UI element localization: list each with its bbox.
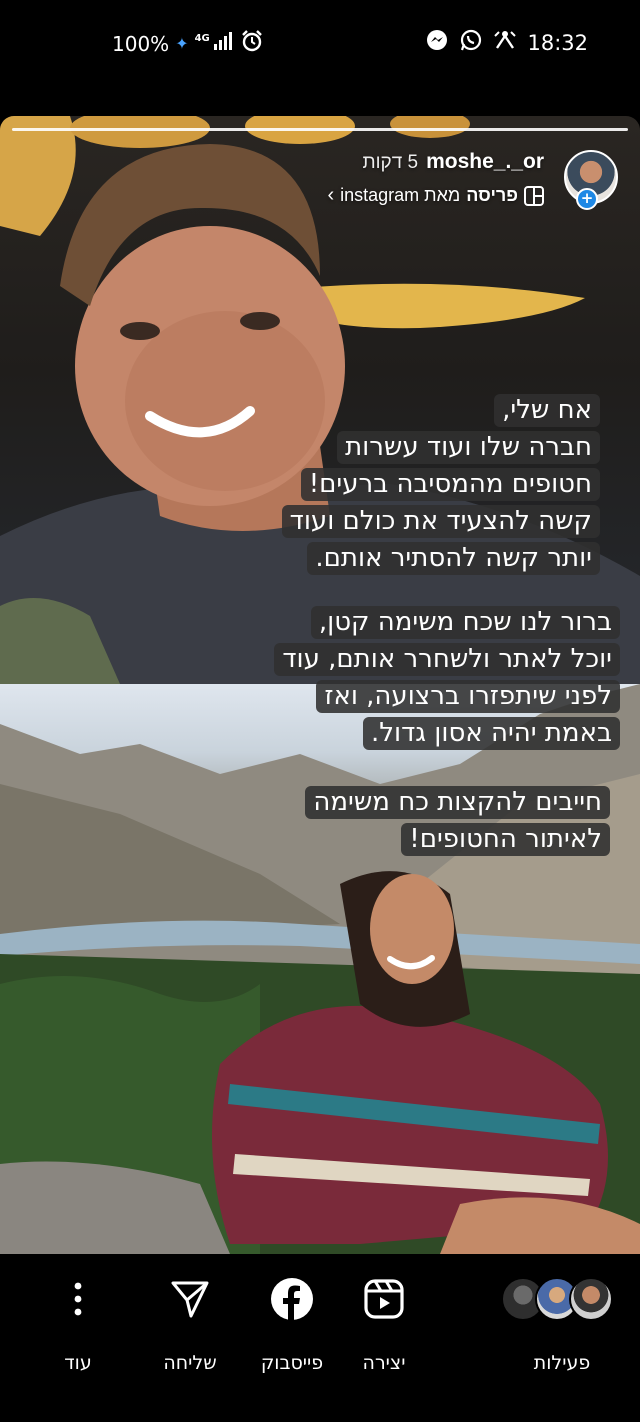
- story-time: 5 דקות: [362, 152, 419, 173]
- source-text: מאת instagram: [340, 185, 461, 205]
- whatsapp-icon: [459, 28, 483, 58]
- status-bar: 100% ✦ 4G 18:32: [0, 0, 640, 84]
- story-header: + 5 דקות moshe_._or ‹ מאת instagram פריס…: [20, 146, 620, 216]
- signal-icon: [213, 31, 235, 57]
- caption-block-2: ברור לנו שכח משימה קטן, יוכל לאתר ולשחרר…: [30, 604, 620, 752]
- clock: 18:32: [527, 31, 588, 55]
- caption-line-text: קשה להצעיד את כולם ועוד: [281, 505, 600, 538]
- alarm-icon: [241, 30, 263, 58]
- messenger-icon: [425, 28, 449, 58]
- more-button[interactable]: עוד: [18, 1276, 138, 1374]
- rotate-icon: [493, 28, 517, 58]
- author-line: 5 דקות moshe_._or: [362, 150, 544, 174]
- source-prefix: פריסה: [466, 185, 518, 205]
- activity-avatars: [500, 1276, 624, 1322]
- activity-button[interactable]: פעילות: [500, 1276, 624, 1374]
- caption-line: חברה שלו ועוד עשרות: [40, 429, 600, 466]
- network-type: 4G: [194, 32, 210, 44]
- caption-line-text: חברה שלו ועוד עשרות: [337, 431, 600, 464]
- cross-post-icon: [524, 185, 544, 206]
- create-label: יצירה: [362, 1352, 406, 1374]
- more-label: עוד: [64, 1352, 92, 1374]
- story-progress-bar: [12, 128, 628, 131]
- activity-label: פעילות: [533, 1352, 591, 1374]
- author-username[interactable]: moshe_._or: [426, 150, 544, 174]
- more-icon: [18, 1276, 138, 1322]
- author-avatar-wrap[interactable]: +: [564, 150, 620, 210]
- caption-line: חטופים מהמסיבה ברעים!: [40, 466, 600, 503]
- story-action-bar: עוד שליחה פייסבוק יצירה פעילות: [0, 1254, 640, 1422]
- caption-line-text: יוכל לאתר ולשחרר אותם, עוד: [274, 643, 620, 676]
- caption-line: אח שלי,: [40, 392, 600, 429]
- story-photo-woman: [0, 684, 640, 1254]
- caption-line-text: יותר קשה להסתיר אותם.: [307, 542, 600, 575]
- chevron-left-icon: ‹: [327, 184, 335, 206]
- caption-line: קשה להצעיד את כולם ועוד: [40, 503, 600, 540]
- caption-line: לאיתור החטופים!: [30, 821, 610, 858]
- caption-line: יוכל לאתר ולשחרר אותם, עוד: [30, 641, 620, 678]
- caption-line: יותר קשה להסתיר אותם.: [40, 540, 600, 577]
- caption-line: ברור לנו שכח משימה קטן,: [30, 604, 620, 641]
- caption-line: חייבים להקצות כח משימה: [30, 784, 610, 821]
- caption-line-text: אח שלי,: [494, 394, 600, 427]
- create-button[interactable]: יצירה: [324, 1276, 444, 1374]
- caption-line-text: לפני שיתפזרו ברצועה, ואז: [316, 680, 620, 713]
- caption-line-text: באמת יהיה אסון גדול.: [362, 717, 620, 750]
- reels-icon: [324, 1276, 444, 1322]
- viewer-avatar: [569, 1277, 613, 1321]
- story-source[interactable]: ‹ מאת instagram פריסה: [327, 184, 544, 207]
- status-right: 18:32: [425, 28, 588, 58]
- battery-percent: 100%: [112, 32, 170, 56]
- caption-block-1: אח שלי, חברה שלו ועוד עשרות חטופים מהמסי…: [40, 392, 600, 577]
- caption-line: באמת יהיה אסון גדול.: [30, 715, 620, 752]
- status-left: 100% ✦ 4G: [112, 30, 263, 58]
- battery-saver-icon: ✦: [175, 34, 189, 53]
- add-story-icon[interactable]: +: [576, 188, 598, 210]
- caption-block-3: חייבים להקצות כח משימה לאיתור החטופים!: [30, 784, 610, 858]
- landscape-woman-illustration: [0, 684, 640, 1254]
- caption-line-text: לאיתור החטופים!: [401, 823, 610, 856]
- caption-line-text: חטופים מהמסיבה ברעים!: [300, 468, 600, 501]
- story-viewer[interactable]: + 5 דקות moshe_._or ‹ מאת instagram פריס…: [0, 116, 640, 1254]
- caption-line-text: חייבים להקצות כח משימה: [305, 786, 610, 819]
- caption-line: לפני שיתפזרו ברצועה, ואז: [30, 678, 620, 715]
- caption-line-text: ברור לנו שכח משימה קטן,: [310, 606, 620, 639]
